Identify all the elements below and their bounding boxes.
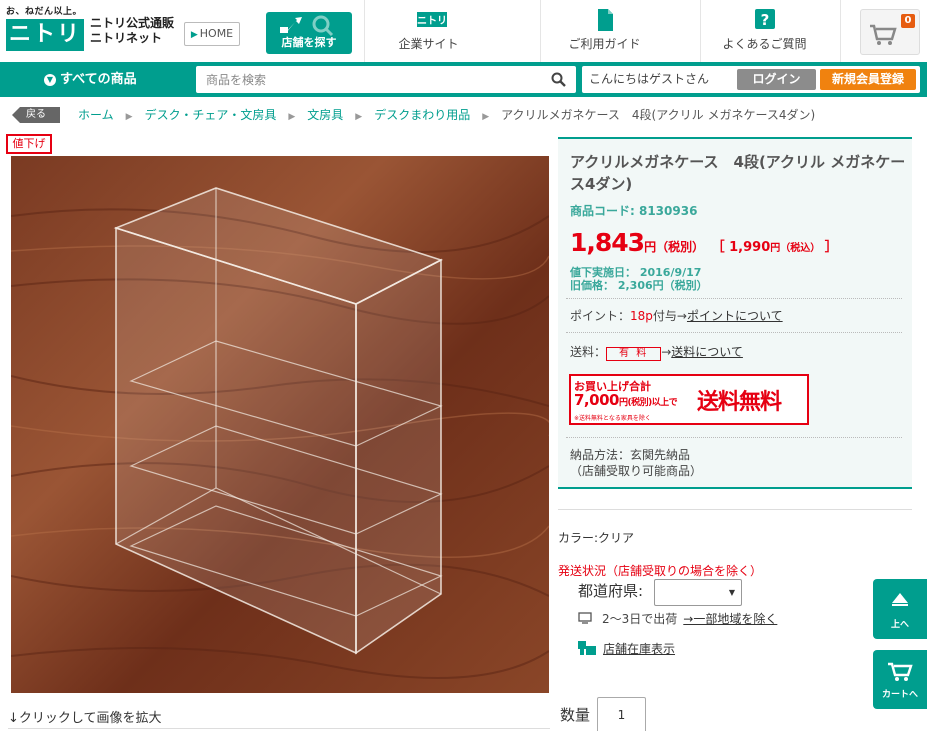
chevron-right-icon: ▶	[355, 112, 363, 122]
breadcrumb-stationery[interactable]: 文房具	[307, 108, 343, 122]
site-header: お、ねだん以上。 ニトリ ニトリ公式通販 ニトリネット ▶ HOME 店舗を探す …	[0, 0, 927, 62]
store-search-icon	[266, 15, 352, 37]
svg-text:ニトリ: ニトリ	[417, 15, 447, 27]
free-ship-big: 送料無料	[697, 390, 782, 415]
cart-icon	[870, 24, 897, 45]
greeting-text: こんにちはゲストさん	[589, 72, 710, 86]
breadcrumb: 戻る ホーム ▶ デスク・チェア・文房具 ▶ 文房具 ▶ デスクまわり用品 ▶ アクリルメガネケ…	[0, 104, 927, 126]
price-down-tag: 値下げ	[6, 134, 52, 154]
shipping-status-label: 発送状況（店舗受取りの場合を除く）	[558, 564, 763, 578]
divider	[558, 487, 912, 489]
search-box	[196, 66, 576, 93]
home-button[interactable]: ▶ HOME	[184, 22, 240, 46]
price-row: 1,843円（税別） ［ 1,990円（税込） ］	[570, 228, 838, 257]
nav-guide-label: ご利用ガイド	[568, 37, 641, 51]
ship-days-row: 2～3日で出荷 →一部地域を除く	[578, 610, 777, 627]
markdown-info: 値下実施日： 2016/9/17 旧価格： 2,306円（税別）	[570, 266, 708, 292]
nitori-logo-mark: ニトリ	[6, 19, 84, 51]
chevron-right-icon: ▶	[482, 112, 490, 122]
login-button[interactable]: ログイン	[737, 69, 816, 90]
breadcrumb-current: アクリルメガネケース 4段(アクリル メガネケース4ダン)	[501, 108, 816, 122]
breadcrumb-desk-chair-stationery[interactable]: デスク・チェア・文房具	[145, 108, 277, 122]
chevron-down-icon: ▼	[44, 74, 56, 86]
nav-guide[interactable]: ご利用ガイド	[540, 0, 668, 62]
back-button[interactable]: 戻る	[12, 107, 60, 123]
main-nav-bar: ▼すべての商品 こんにちはゲストさん ログイン 新規会員登録	[0, 62, 927, 97]
cart-count-badge: 0	[901, 14, 915, 28]
user-box: こんにちはゲストさん ログイン 新規会員登録	[582, 66, 920, 93]
zoom-hint[interactable]: ↓クリックして画像を拡大	[8, 707, 162, 726]
breadcrumb-desk-supplies[interactable]: デスクまわり用品	[374, 108, 470, 122]
monitor-icon	[578, 612, 592, 624]
delivery-method: 納品方法：玄関先納品 （店舗受取り可能商品）	[570, 448, 703, 478]
signup-button[interactable]: 新規会員登録	[820, 69, 916, 90]
scroll-top-button[interactable]: 上へ	[873, 579, 927, 639]
search-icon[interactable]	[551, 72, 566, 87]
nav-faq[interactable]: ? よくあるご質問	[700, 0, 828, 62]
points-value: 18p	[630, 309, 653, 323]
prefecture-label: 都道府県:	[578, 582, 644, 600]
logo-text-line1: ニトリ公式通販	[90, 16, 175, 30]
chevron-right-icon: ▶	[190, 30, 198, 40]
divider	[8, 728, 550, 729]
chevron-right-icon: ▶	[125, 112, 133, 122]
store-stock-row[interactable]: 店舗在庫表示	[578, 640, 675, 657]
nav-divider	[840, 0, 841, 62]
prefecture-select[interactable]: ▼	[654, 579, 742, 606]
product-image[interactable]	[11, 156, 549, 693]
logo-text[interactable]: ニトリ公式通販 ニトリネット	[90, 16, 174, 46]
shipping-fee-badge: 有 料	[606, 347, 662, 361]
price-unit: 円（税別）	[644, 240, 705, 254]
site-logo[interactable]: お、ねだん以上。 ニトリ	[6, 4, 84, 51]
store-stock-link[interactable]: 店舗在庫表示	[603, 642, 675, 656]
nav-corporate-site[interactable]: ニトリ 企業サイト	[364, 0, 492, 62]
store-icon	[578, 641, 596, 655]
logo-tagline: お、ねだん以上。	[6, 7, 83, 17]
store-search-label: 店舗を探す	[281, 36, 337, 49]
divider	[566, 332, 902, 333]
chevron-down-icon: ▼	[728, 588, 735, 597]
free-shipping-banner: お買い上げ合計 7,000円(税別)以上で ※送料無料となる家具を除く 送料無料	[569, 374, 809, 425]
divider	[558, 137, 912, 139]
old-price: 旧価格： 2,306円（税別）	[570, 279, 708, 292]
divider	[566, 298, 902, 299]
all-products-menu[interactable]: ▼ すべての商品	[44, 62, 137, 97]
region-exception-link[interactable]: →一部地域を除く	[683, 612, 777, 626]
quantity-label: 数量	[560, 706, 591, 724]
acrylic-case-photo	[11, 156, 549, 693]
price-incl-tax: ［ 1,990円（税込） ］	[718, 240, 838, 255]
shipping-row: 送料：有 料 →送料について	[570, 345, 743, 361]
chevron-right-icon: ▶	[288, 112, 296, 122]
document-icon	[593, 9, 617, 31]
free-ship-note: ※送料無料となる家具を除く	[574, 415, 651, 422]
cart-button[interactable]: 0	[860, 9, 920, 55]
go-to-cart-button[interactable]: カートへ	[873, 650, 927, 709]
color-value: カラー:クリア	[558, 531, 635, 545]
svg-text:?: ?	[760, 11, 769, 29]
markdown-date: 値下実施日： 2016/9/17	[570, 266, 702, 279]
arrow-up-icon	[892, 593, 908, 606]
breadcrumb-trail: ホーム ▶ デスク・チェア・文房具 ▶ 文房具 ▶ デスクまわり用品 ▶ アクリルメガネケース …	[78, 104, 815, 128]
search-input[interactable]	[196, 66, 536, 93]
logo-text-line2: ニトリネット	[90, 31, 163, 45]
cart-icon	[888, 662, 913, 681]
nitori-logo-icon: ニトリ	[416, 9, 447, 31]
divider	[566, 437, 902, 438]
points-row: ポイント：18p付与→ポイントについて	[570, 309, 783, 323]
breadcrumb-home[interactable]: ホーム	[78, 108, 114, 122]
free-ship-amount: 7,000円(税別)以上で	[574, 391, 678, 409]
price-excl-tax: 1,843	[570, 228, 645, 257]
product-title: アクリルメガネケース 4段(アクリル メガネケース4ダン)	[570, 153, 906, 193]
nav-corporate-label: 企業サイト	[398, 37, 459, 51]
question-icon: ?	[753, 9, 777, 31]
points-info-link[interactable]: ポイントについて	[687, 309, 783, 323]
store-search-button[interactable]: 店舗を探す	[266, 12, 352, 54]
divider	[558, 509, 912, 510]
nav-faq-label: よくあるご質問	[722, 37, 807, 51]
quantity-input[interactable]: 1	[597, 697, 646, 731]
product-code: 商品コード: 8130936	[570, 204, 698, 218]
shipping-info-link[interactable]: 送料について	[671, 345, 743, 359]
